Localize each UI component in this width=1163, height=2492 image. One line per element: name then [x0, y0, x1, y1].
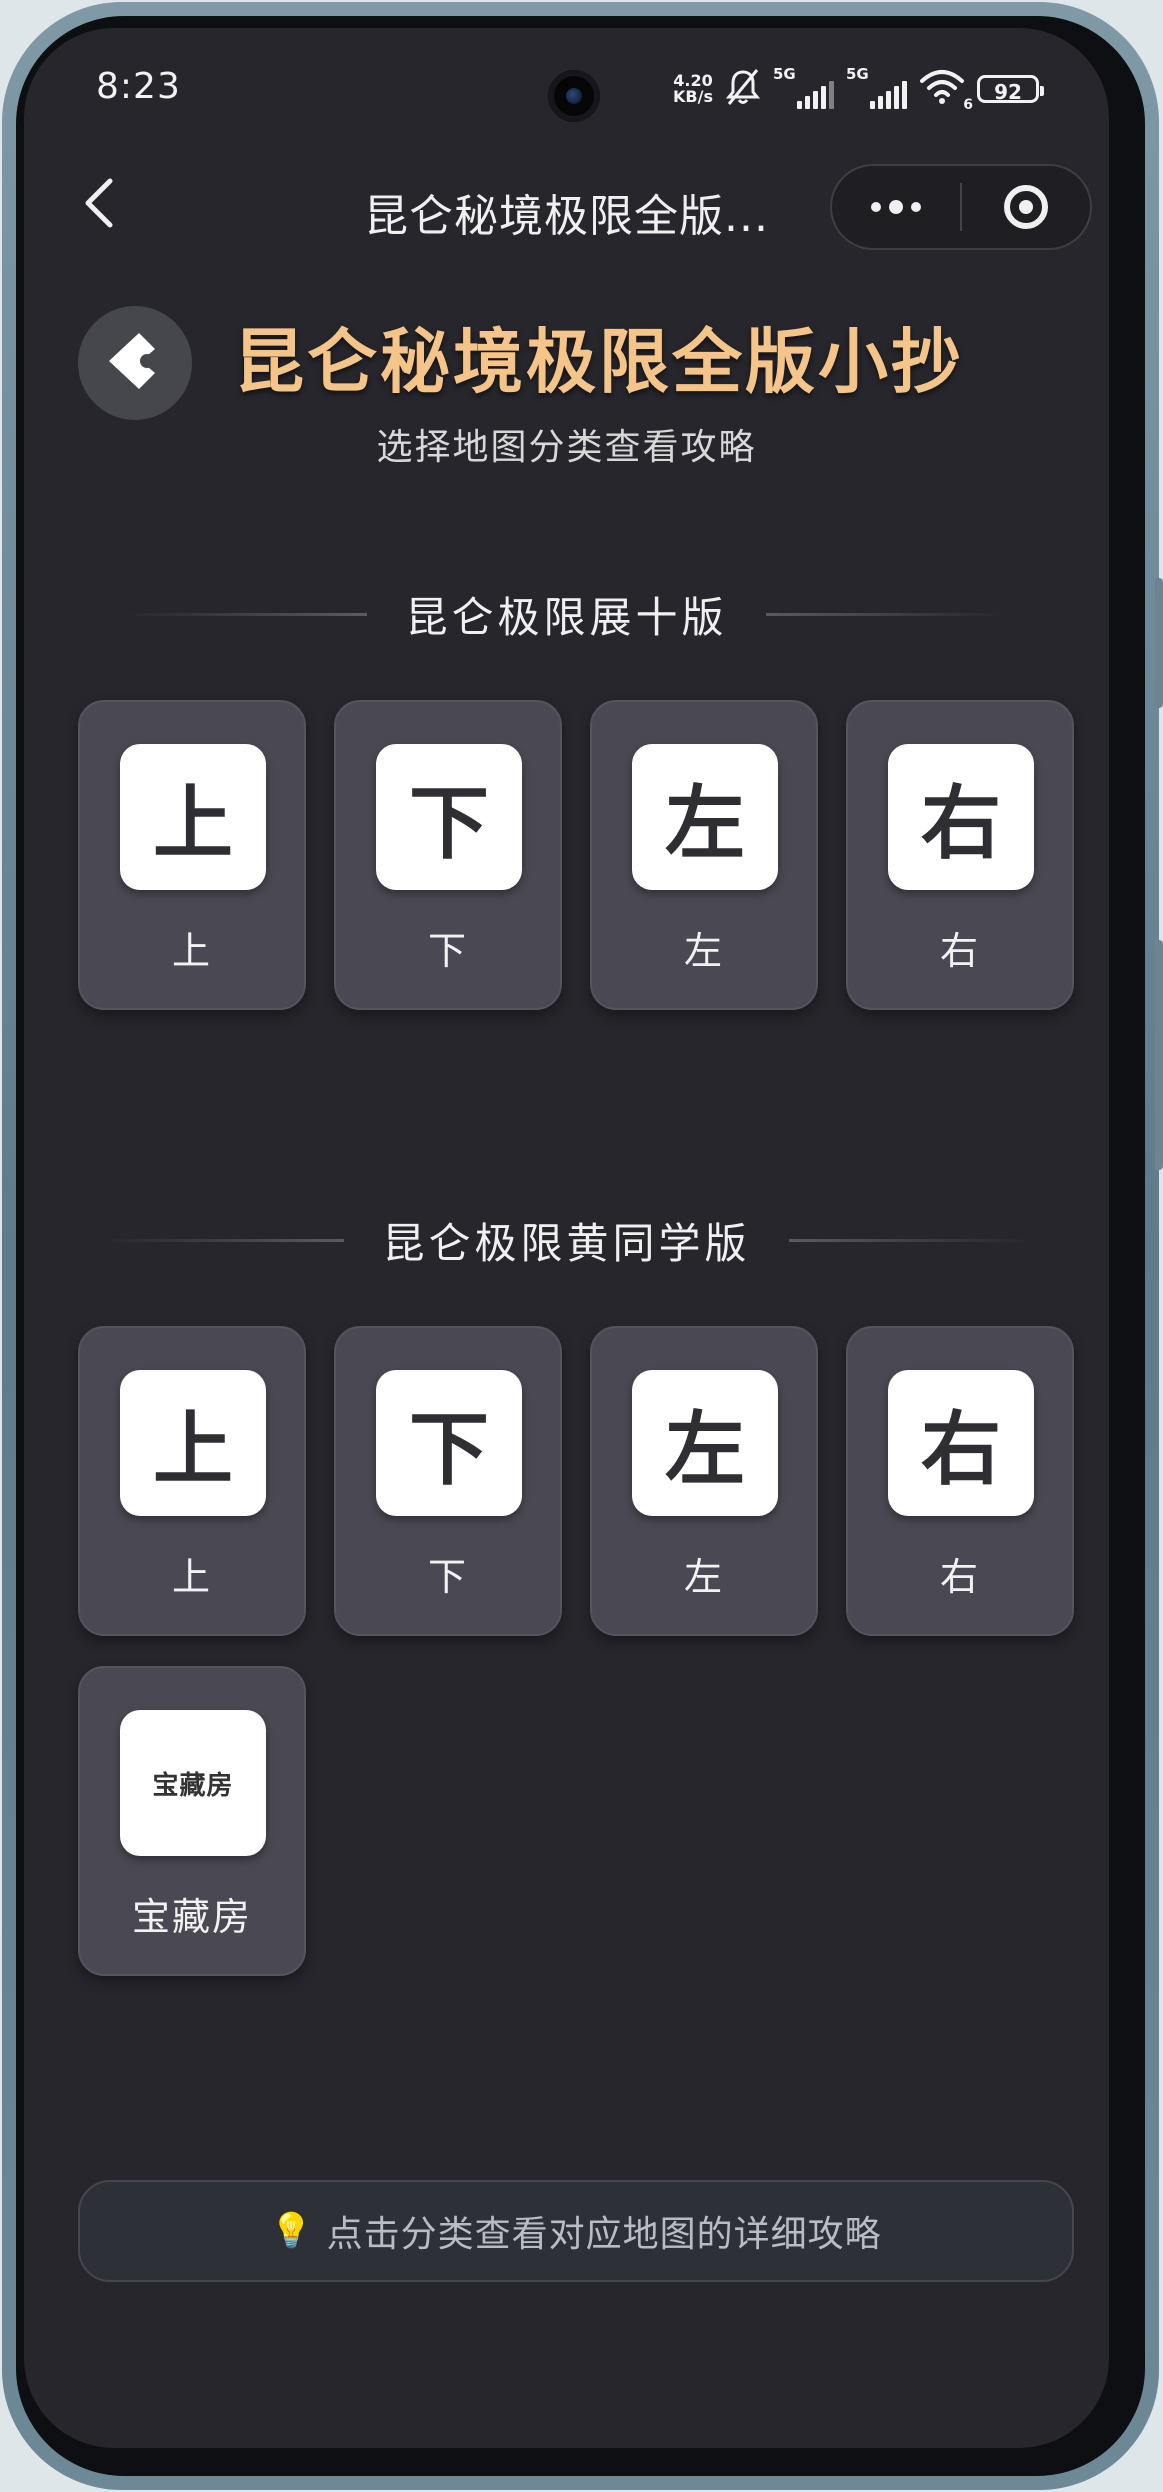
map-card-label: 左	[683, 1555, 724, 1599]
chevron-left-icon	[84, 177, 114, 233]
nav-bar: 昆仑秘境极限全版...	[24, 148, 1109, 268]
battery-icon: 92	[977, 75, 1044, 104]
status-bar: 8:23 4.20 KB/s 5G 5G 6 92	[24, 28, 1109, 128]
app-logo	[78, 306, 192, 420]
network-speed: 4.20 KB/s	[673, 73, 713, 105]
section-divider-left	[104, 1238, 345, 1242]
map-card-right[interactable]: 右 右	[846, 700, 1074, 1010]
hint-text: 点击分类查看对应地图的详细攻略	[326, 2214, 882, 2255]
section-header: 昆仑极限黄同学版	[24, 1210, 1109, 1270]
section-title: 昆仑极限黄同学版	[382, 1218, 751, 1268]
map-thumbnail: 下	[376, 1370, 522, 1516]
page-subtitle: 选择地图分类查看攻略	[376, 427, 757, 468]
section-title: 昆仑极限展十版	[405, 592, 728, 642]
lightbulb-icon: 💡	[270, 2211, 313, 2251]
wifi-label: 6	[963, 97, 973, 113]
hint-banner: 💡 点击分类查看对应地图的详细攻略	[78, 2180, 1074, 2282]
bell-muted-icon	[725, 68, 761, 110]
app-screen: 8:23 4.20 KB/s 5G 5G 6 92 昆仑秘境极限全版... 昆仑…	[24, 28, 1109, 2448]
target-close-icon	[1004, 185, 1048, 229]
map-card-label: 右	[939, 1555, 980, 1599]
nav-title: 昆仑秘境极限全版...	[364, 191, 769, 242]
logo-icon	[103, 329, 167, 397]
map-card-left[interactable]: 左 左	[590, 1326, 818, 1636]
map-thumbnail: 左	[632, 1370, 778, 1516]
map-card-label: 右	[939, 929, 980, 973]
cellular-signal-1-icon: 5G	[773, 65, 834, 109]
map-card-down[interactable]: 下 下	[334, 700, 562, 1010]
map-thumbnail: 下	[376, 744, 522, 890]
cellular-signal-2-icon: 5G	[846, 65, 907, 109]
section-divider-left	[127, 612, 368, 616]
map-card-label: 下	[427, 929, 468, 973]
map-thumbnail: 右	[888, 1370, 1034, 1516]
section-header: 昆仑极限展十版	[24, 584, 1109, 644]
map-card-right[interactable]: 右 右	[846, 1326, 1074, 1636]
map-card-left[interactable]: 左 左	[590, 700, 818, 1010]
map-card-label: 下	[427, 1555, 468, 1599]
map-thumbnail: 右	[888, 744, 1034, 890]
mini-program-capsule	[830, 164, 1092, 250]
page-title: 昆仑秘境极限全版小抄	[234, 321, 964, 403]
map-card-down[interactable]: 下 下	[334, 1326, 562, 1636]
section-divider-right	[788, 1238, 1029, 1242]
map-card-label: 上	[171, 929, 212, 973]
map-thumbnail: 左	[632, 744, 778, 890]
map-card-label: 宝藏房	[131, 1895, 252, 1939]
map-thumbnail: 上	[120, 1370, 266, 1516]
more-dots-icon	[871, 200, 921, 214]
more-button[interactable]	[832, 166, 960, 248]
map-thumbnail: 上	[120, 744, 266, 890]
volume-button	[1155, 578, 1163, 708]
front-camera	[548, 70, 600, 122]
status-time: 8:23	[96, 66, 181, 107]
map-card-label: 上	[171, 1555, 212, 1599]
map-card-up[interactable]: 上 上	[78, 700, 306, 1010]
close-button[interactable]	[962, 166, 1090, 248]
status-indicators: 4.20 KB/s 5G 5G 6 92	[673, 65, 1044, 113]
network-speed-unit: KB/s	[673, 87, 713, 106]
power-button	[1155, 940, 1163, 1170]
map-thumbnail: 宝藏房	[120, 1710, 266, 1856]
wifi-icon: 6	[919, 69, 973, 113]
map-card-treasure-room[interactable]: 宝藏房 宝藏房	[78, 1666, 306, 1976]
section-divider-right	[765, 612, 1006, 616]
signal-2-label: 5G	[846, 65, 869, 83]
back-button[interactable]	[64, 170, 134, 240]
map-card-up[interactable]: 上 上	[78, 1326, 306, 1636]
map-card-label: 左	[683, 929, 724, 973]
signal-1-label: 5G	[773, 65, 796, 83]
